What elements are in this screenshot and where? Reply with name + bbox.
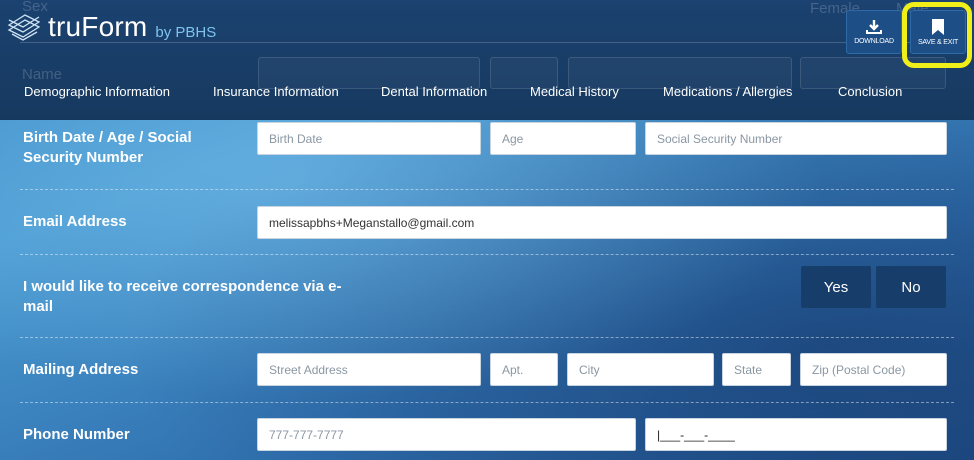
nav-item-conclusion[interactable]: Conclusion [838, 84, 902, 99]
nav-item-medications[interactable]: Medications / Allergies [663, 84, 792, 99]
truform-logo-icon [7, 14, 41, 41]
nav-item-insurance[interactable]: Insurance Information [213, 84, 339, 99]
header-bar: Sex Female Male Name truForm by PBHS DOW… [0, 0, 974, 120]
row-divider [20, 337, 954, 338]
apt-field[interactable] [490, 353, 558, 386]
row-divider [20, 254, 954, 255]
email-field[interactable] [257, 206, 947, 239]
nav-item-dental[interactable]: Dental Information [381, 84, 487, 99]
highlight-ring [902, 2, 972, 68]
email-label: Email Address [23, 213, 127, 230]
row-divider [20, 189, 954, 190]
brand-name: truForm [48, 11, 148, 42]
nav-item-demographic[interactable]: Demographic Information [24, 84, 170, 99]
zip-field[interactable] [800, 353, 947, 386]
state-field[interactable] [722, 353, 791, 386]
brand[interactable]: truForm by PBHS [6, 10, 216, 44]
download-button[interactable]: DOWNLOAD [846, 10, 902, 54]
row-divider [20, 402, 954, 403]
download-icon [866, 19, 882, 34]
ssn-field[interactable] [645, 122, 947, 155]
secondary-phone-field[interactable] [645, 418, 947, 451]
city-field[interactable] [567, 353, 714, 386]
age-field[interactable] [490, 122, 636, 155]
yes-button[interactable]: Yes [801, 266, 871, 308]
phone-number-label: Phone Number [23, 426, 130, 443]
no-button[interactable]: No [876, 266, 946, 308]
street-address-field[interactable] [257, 353, 481, 386]
birth-date-field[interactable] [257, 122, 481, 155]
download-label: DOWNLOAD [854, 37, 894, 45]
brand-byline: by PBHS [155, 23, 217, 41]
birth-age-ssn-label: Birth Date / Age / Social Security Numbe… [23, 129, 192, 166]
phone-field[interactable] [257, 418, 636, 451]
section-nav: Demographic Information Insurance Inform… [0, 76, 974, 106]
mailing-address-label: Mailing Address [23, 361, 139, 378]
email-correspondence-label: I would like to receive correspondence v… [23, 278, 342, 315]
nav-item-medical-history[interactable]: Medical History [530, 84, 619, 99]
